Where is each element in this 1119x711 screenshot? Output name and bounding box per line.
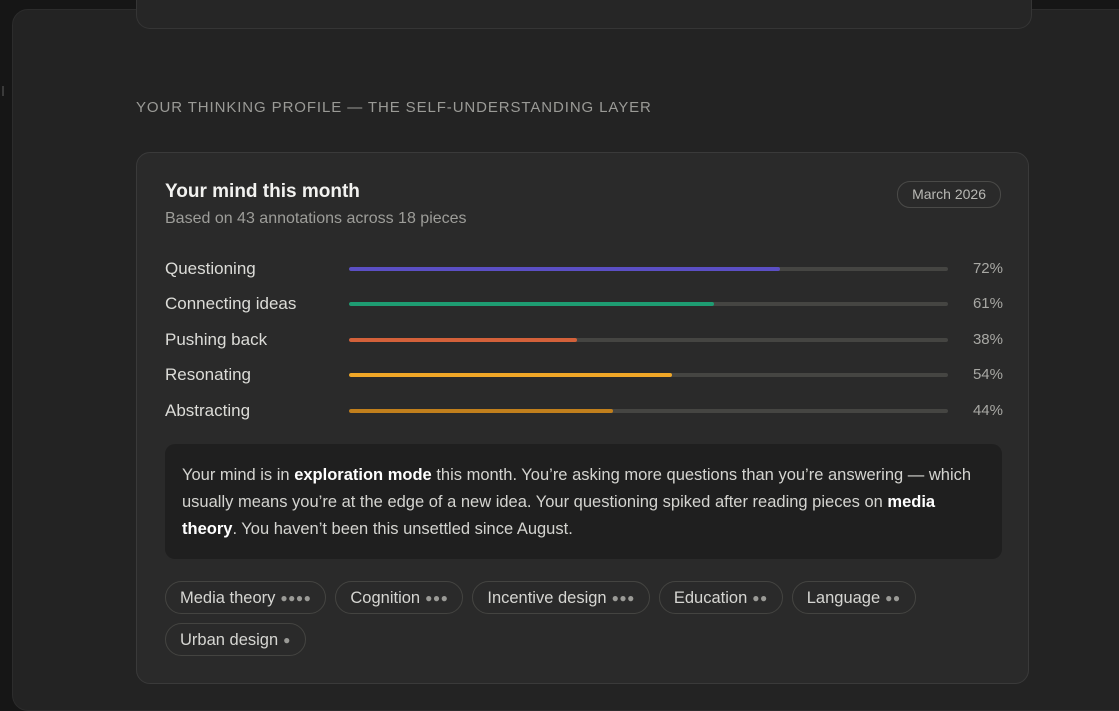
tag-intensity-dots: ●●	[885, 591, 901, 605]
metric-value: 72%	[972, 260, 1003, 277]
metric-track	[349, 302, 948, 307]
metric-track	[349, 337, 948, 342]
metric-label: Abstracting	[165, 400, 251, 420]
metric-fill	[349, 373, 673, 378]
metric-fill	[349, 302, 715, 307]
metric-list: Questioning 72% Connecting ideas 61% Pus…	[165, 257, 1003, 434]
previous-card-edge	[136, 0, 1032, 29]
tag-label: Incentive design	[487, 589, 607, 607]
insight-summary: Your mind is in exploration mode this mo…	[165, 444, 1002, 559]
metric-track	[349, 267, 948, 271]
metric-label: Connecting ideas	[165, 294, 297, 314]
section-heading: YOUR THINKING PROFILE — THE SELF-UNDERST…	[136, 99, 652, 116]
card-title: Your mind this month	[165, 181, 360, 202]
topic-tag-urban-design[interactable]: Urban design ●	[165, 623, 306, 656]
topic-tag-incentive-design[interactable]: Incentive design ●●●	[472, 581, 650, 614]
metric-value: 54%	[972, 366, 1003, 384]
topic-tag-media-theory[interactable]: Media theory ●●●●	[165, 581, 327, 614]
topic-tag-education[interactable]: Education ●●	[658, 581, 783, 614]
period-badge[interactable]: March 2026	[897, 181, 1001, 208]
topic-tag-language[interactable]: Language ●●	[791, 581, 916, 614]
metric-row-connecting-ideas: Connecting ideas 61%	[165, 292, 1003, 327]
profile-panel: YOUR THINKING PROFILE — THE SELF-UNDERST…	[12, 0, 1119, 711]
metric-row-questioning: Questioning 72%	[165, 257, 1003, 292]
card-subtitle: Based on 43 annotations across 18 pieces	[165, 210, 467, 227]
insight-text: Your mind is in	[182, 466, 295, 484]
metric-track	[349, 373, 948, 378]
tag-intensity-dots: ●●●	[425, 591, 449, 605]
metric-label: Resonating	[165, 365, 252, 385]
metric-track	[349, 408, 948, 413]
tag-intensity-dots: ●	[283, 633, 291, 647]
metric-fill	[349, 408, 613, 413]
tag-intensity-dots: ●●●●	[280, 591, 312, 605]
tag-label: Media theory	[180, 589, 276, 607]
tag-label: Urban design	[180, 631, 279, 649]
window-edge-mark	[2, 86, 4, 96]
metric-row-pushing-back: Pushing back 38%	[165, 328, 1003, 363]
metric-fill	[349, 267, 781, 271]
metric-label: Questioning	[165, 259, 256, 278]
tag-label: Education	[673, 589, 748, 607]
metric-row-abstracting: Abstracting 44%	[165, 399, 1003, 434]
tag-intensity-dots: ●●	[752, 591, 768, 605]
metric-label: Pushing back	[165, 329, 268, 349]
metric-fill	[349, 337, 577, 342]
metric-value: 44%	[972, 401, 1003, 419]
topic-tags: Media theory ●●●● Cognition ●●● Incentive …	[165, 581, 1005, 656]
topic-tag-cognition[interactable]: Cognition ●●●	[335, 581, 464, 614]
insight-text: . You haven’t been this unsettled since …	[232, 520, 573, 538]
metric-value: 61%	[972, 295, 1003, 313]
tag-label: Cognition	[350, 589, 421, 607]
thinking-profile-card: Your mind this month Based on 43 annotat…	[136, 152, 1029, 684]
insight-highlight: exploration mode	[294, 466, 432, 484]
tag-label: Language	[806, 589, 881, 607]
metric-value: 38%	[972, 330, 1003, 348]
tag-intensity-dots: ●●●	[611, 591, 635, 605]
metric-row-resonating: Resonating 54%	[165, 363, 1003, 398]
